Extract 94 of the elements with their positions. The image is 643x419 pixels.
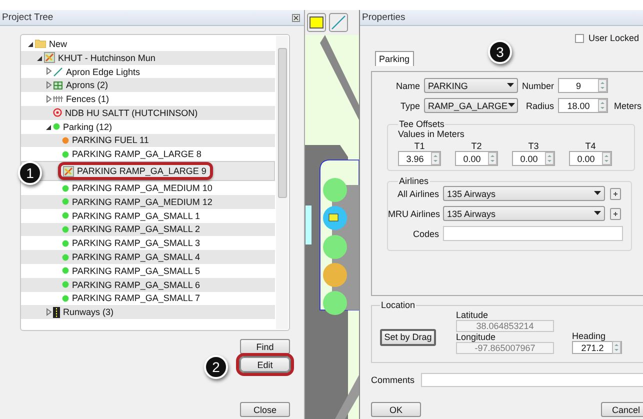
tree-item[interactable]: Runways (3) [21,305,275,320]
tree-item[interactable]: PARKING RAMP_GA_MEDIUM 12 [21,194,275,209]
tree-item[interactable]: PARKING RAMP_GA_SMALL 4 [21,250,275,264]
tree-item[interactable]: Apron Edge Lights [21,64,275,78]
field-label: Longitude [456,332,497,342]
unit-label: Meters [614,100,642,110]
scrollbar[interactable] [276,36,288,329]
dropdown-caret-icon [594,211,601,216]
line-icon [53,66,63,76]
latitude-field[interactable]: 38.064853214 [456,320,554,332]
number-spinner[interactable]: 0.00 [512,151,555,166]
dropdown[interactable]: 135 Airways [443,206,605,221]
tree-item[interactable]: New [21,37,275,51]
field-label: All Airlines [396,188,440,198]
number-spinner[interactable]: 271.2 [572,341,622,354]
tree-item[interactable]: PARKING RAMP_GA_SMALL 6 [21,278,275,292]
expand-icon[interactable] [45,95,53,104]
number-spinner[interactable]: 0.00 [455,151,498,166]
longitude-field[interactable]: -97.865007967 [456,342,554,354]
runway-icon [53,306,60,318]
expand-icon[interactable] [45,308,53,316]
add-button[interactable] [610,208,621,220]
tree-item[interactable]: PARKING RAMP_GA_LARGE 8 [21,147,275,162]
group-title: Airlines [398,176,430,186]
dropdown[interactable]: RAMP_GA_LARGE [424,98,518,113]
tree-item[interactable]: Parking (12) [21,120,275,134]
dropdown[interactable]: 135 Airways [443,186,605,201]
spin-arrows-icon[interactable] [431,152,440,165]
tree-item[interactable]: Fences (1) [21,92,275,106]
tree-item[interactable]: PARKING RAMP_GA_SMALL 1 [21,208,275,223]
target-icon [53,108,62,118]
field-label: Number [520,80,555,90]
number-spinner[interactable]: 9 [558,78,608,93]
close-icon[interactable] [292,14,300,22]
tree-item[interactable]: PARKING FUEL 11 [21,134,275,148]
spin-arrows-icon[interactable] [598,99,607,112]
dialog-button[interactable]: Find [240,339,290,354]
square-tool-icon[interactable] [307,13,326,32]
group-subtitle: Values in Meters [398,129,466,139]
dropdown-caret-icon [508,103,515,108]
group-title: Location [380,300,416,310]
field-label: T3 [528,141,539,151]
field-label: MRU Airlines [388,208,442,218]
comments-field[interactable] [420,373,643,387]
spin-arrows-icon[interactable] [602,152,611,165]
map-icon [44,52,55,64]
add-button[interactable] [610,188,621,200]
dialog-button[interactable]: Close [240,402,290,417]
spin-arrows-icon[interactable] [545,152,554,165]
spin-arrows-icon[interactable] [488,152,497,165]
number-spinner[interactable]: 3.96 [398,151,441,166]
field-label: T1 [414,141,425,151]
tree-item[interactable]: PARKING RAMP_GA_SMALL 5 [21,264,275,278]
set-by-drag-button[interactable]: Set by Drag [380,328,436,346]
panel-title: Project Tree [2,12,54,23]
collapse-icon[interactable] [45,122,53,131]
expand-icon[interactable] [45,67,53,76]
dialog-title: Properties [362,12,406,23]
group-title: Tee Offsets [398,119,446,129]
tree-item[interactable]: PARKING RAMP_GA_SMALL 3 [21,236,275,250]
fence-icon [53,95,63,104]
dropdown-caret-icon [594,191,601,196]
collapse-icon[interactable] [27,40,35,48]
field-label: Name [394,80,421,90]
dialog-button[interactable]: Cancel [601,402,643,417]
tree-item[interactable]: PARKING RAMP_GA_SMALL 2 [21,222,275,236]
tree-item[interactable]: Aprons (2) [21,78,275,92]
field-label: Type [399,100,421,110]
dropdown-caret-icon [507,83,514,88]
tree-item[interactable]: KHUT - Hutchinson Mun [21,50,275,65]
field-label: Latitude [456,310,490,320]
tree-item[interactable]: NDB HU SALTT (HUTCHINSON) [21,106,275,120]
folder-icon [35,39,46,48]
field-label: T4 [585,141,596,151]
collapse-icon[interactable] [36,54,44,62]
field-label: Heading [572,331,607,341]
dropdown[interactable]: PARKING [424,78,518,93]
checkbox[interactable] [575,34,584,42]
codes-field[interactable] [443,226,623,241]
tab[interactable]: Parking [375,51,414,66]
field-label: Comments [371,375,415,385]
number-spinner[interactable]: 18.00 [558,98,608,113]
spin-arrows-icon[interactable] [598,79,607,92]
map-icon [63,166,74,177]
number-spinner[interactable]: 0.00 [569,151,612,166]
field-label: Codes [412,228,440,238]
expand-icon[interactable] [45,81,53,90]
field-label: T2 [471,141,482,151]
grid-icon [53,80,63,90]
checkbox-label: User Locked [588,33,639,43]
tree-item[interactable]: PARKING RAMP_GA_SMALL 7 [21,292,275,306]
field-label: Radius [524,100,555,110]
spin-arrows-icon[interactable] [612,341,621,354]
dialog-button[interactable]: OK [371,402,421,417]
